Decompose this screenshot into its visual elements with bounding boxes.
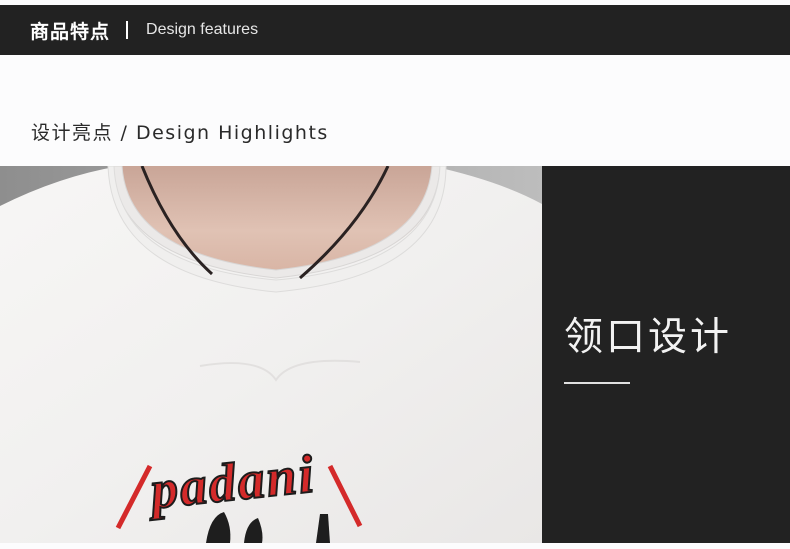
header-title-en: Design features [146,21,259,38]
panel-divider [564,382,630,384]
header-bar: 商品特点 Design features [0,5,790,55]
panel-title: 领口设计 [564,315,733,360]
side-panel: 领口设计 [542,166,790,543]
collar-detail-photo: padani [0,166,542,543]
header-title-cn: 商品特点 [30,20,111,43]
product-detail-page: 商品特点 Design features 设计亮点 / Design Highl… [0,0,790,549]
section-title: 设计亮点 / Design Highlights [31,122,329,144]
header-divider [126,21,129,39]
